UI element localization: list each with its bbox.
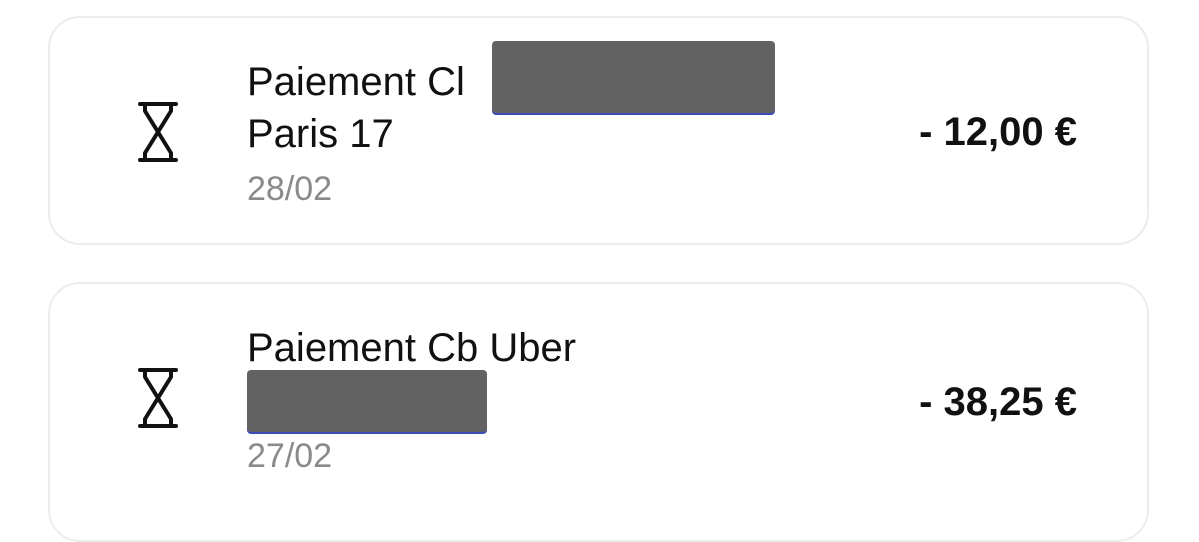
transaction-amount: - 38,25 €	[919, 380, 1077, 424]
transaction-card[interactable]: Paiement Cl Paris 17 28/02 - 12,00 €	[48, 16, 1149, 245]
transaction-date: 28/02	[247, 170, 333, 208]
redaction-box	[247, 370, 487, 432]
redaction-box	[492, 41, 775, 113]
hourglass-icon	[138, 368, 178, 428]
transaction-title: Paiement Cb Uber	[247, 326, 577, 370]
transaction-title: Paiement Cl	[247, 60, 465, 104]
transaction-card[interactable]: Paiement Cb Uber 27/02 - 38,25 €	[48, 282, 1149, 542]
transaction-date: 27/02	[247, 437, 333, 475]
hourglass-icon	[138, 102, 178, 162]
transaction-subtitle: Paris 17	[247, 112, 394, 156]
transaction-amount: - 12,00 €	[919, 110, 1077, 154]
